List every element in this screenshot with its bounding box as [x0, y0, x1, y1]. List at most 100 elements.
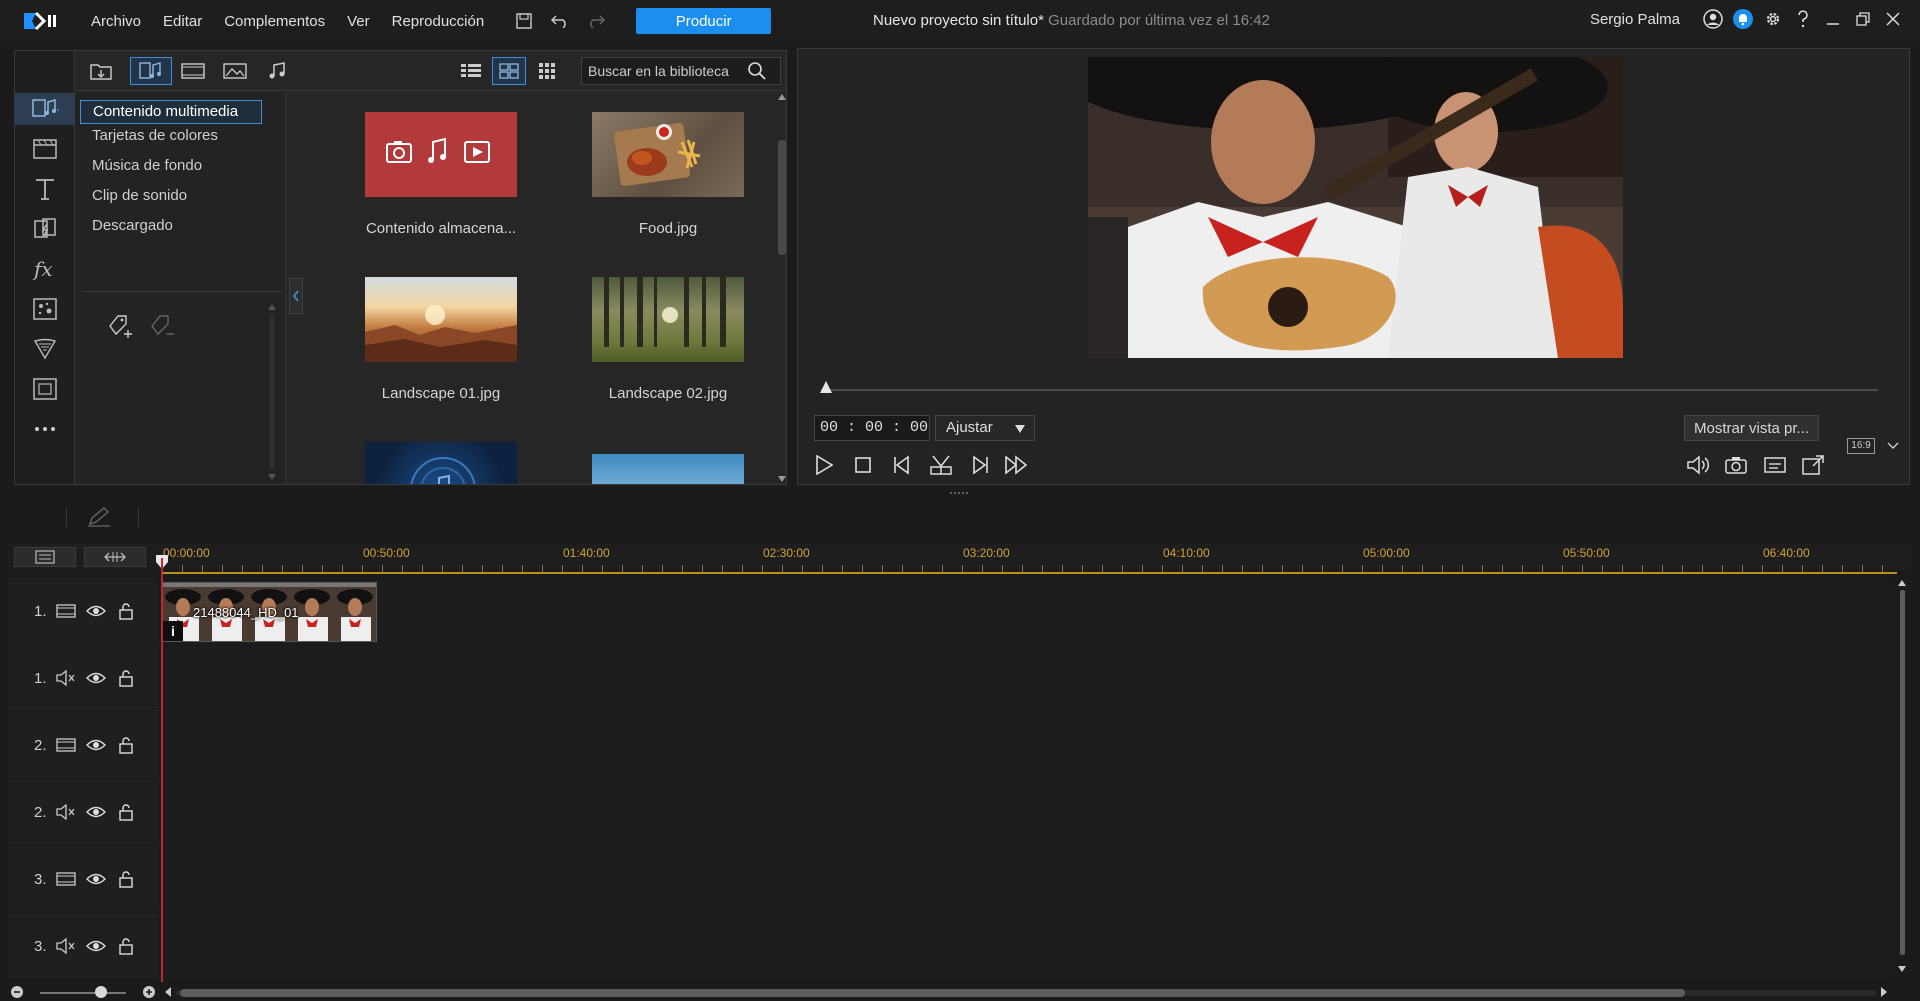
tree-item-media-content[interactable]: Contenido multimedia [80, 100, 262, 124]
menu-reproduccion[interactable]: Reproducción [381, 13, 496, 30]
track-body[interactable] [160, 913, 1893, 979]
transition-effect-icon[interactable] [29, 213, 61, 245]
aspect-ratio-chevron-icon[interactable] [1887, 442, 1899, 450]
track-body[interactable] [160, 712, 1893, 778]
visibility-eye-icon[interactable] [84, 735, 108, 755]
stop-icon[interactable] [849, 451, 877, 479]
snapshot-camera-icon[interactable] [1722, 451, 1750, 479]
aspect-ratio-badge[interactable]: 16:9 [1847, 438, 1875, 454]
title-room-icon[interactable] [29, 173, 61, 205]
grid-view-icon[interactable] [492, 57, 526, 85]
volume-icon[interactable] [1684, 451, 1712, 479]
pip-object-icon[interactable] [29, 333, 61, 365]
zoom-slider-track[interactable] [40, 992, 126, 994]
clip-info-icon[interactable]: i [163, 621, 183, 641]
tree-item-background-music[interactable]: Música de fondo [80, 155, 262, 179]
close-icon[interactable] [1882, 8, 1904, 30]
track-body[interactable] [160, 578, 1893, 644]
transition-room-icon[interactable] [29, 133, 61, 165]
preview-progress-handle[interactable] [819, 380, 833, 394]
zoom-out-icon[interactable] [10, 985, 24, 999]
lock-icon[interactable] [114, 735, 138, 755]
username[interactable]: Sergio Palma [1590, 11, 1680, 28]
next-frame-icon[interactable] [966, 451, 994, 479]
menu-editar[interactable]: Editar [152, 13, 213, 30]
zoom-slider-knob[interactable] [95, 986, 107, 998]
settings-gear-icon[interactable] [1762, 8, 1784, 30]
tree-item-sound-clip[interactable]: Clip de sonido [80, 185, 262, 209]
zoom-in-icon[interactable] [142, 985, 156, 999]
list-view-icon[interactable] [454, 57, 488, 85]
undock-preview-icon[interactable] [1799, 451, 1827, 479]
track-body[interactable] [160, 645, 1893, 711]
subtitles-icon[interactable] [1761, 451, 1789, 479]
media-item-audio[interactable] [365, 442, 517, 484]
timeline-vscrollbar[interactable] [1896, 578, 1908, 978]
subtitle-room-icon[interactable] [29, 373, 61, 405]
media-room-button[interactable] [15, 93, 75, 125]
timecode-display[interactable]: 00 : 00 : 00 : 00 [814, 415, 973, 441]
tree-item-downloaded[interactable]: Descargado [80, 215, 262, 239]
fit-select[interactable]: Ajustar [935, 415, 1035, 441]
lock-icon[interactable] [114, 936, 138, 956]
redo-icon[interactable] [585, 10, 607, 32]
search-icon[interactable] [747, 61, 767, 81]
fx-icon[interactable]: fx [29, 253, 61, 285]
media-item-sky[interactable] [592, 454, 744, 484]
menu-ver[interactable]: Ver [336, 13, 381, 30]
media-item-landscape-01[interactable]: Landscape 01.jpg [365, 277, 517, 402]
filter-all-media-button[interactable] [130, 57, 172, 85]
filter-audio-icon[interactable] [256, 57, 298, 85]
fit-timeline-button[interactable] [84, 547, 146, 567]
media-item-food[interactable]: Food.jpg [592, 112, 744, 237]
media-item-landscape-02[interactable]: Landscape 02.jpg [592, 277, 744, 402]
timeline-ruler[interactable]: 00:00:00 00:50:00 01:40:00 02:30:00 03:2… [162, 544, 1897, 576]
help-icon[interactable] [1792, 8, 1814, 30]
import-media-icon[interactable] [80, 57, 122, 85]
panel-splitter[interactable] [949, 491, 971, 495]
lock-icon[interactable] [114, 802, 138, 822]
tree-item-color-boards[interactable]: Tarjetas de colores [80, 125, 262, 149]
particle-room-icon[interactable] [29, 293, 61, 325]
media-scrollbar[interactable] [777, 92, 787, 484]
previous-frame-icon[interactable] [888, 451, 916, 479]
track-manager-button[interactable] [14, 547, 76, 567]
library-search-input[interactable] [582, 63, 747, 79]
visibility-eye-icon[interactable] [84, 668, 108, 688]
menu-archivo[interactable]: Archivo [80, 13, 152, 30]
lock-icon[interactable] [114, 869, 138, 889]
preview-progress-track[interactable] [823, 389, 1878, 391]
small-grid-view-icon[interactable] [530, 57, 564, 85]
visibility-eye-icon[interactable] [84, 601, 108, 621]
filter-image-icon[interactable] [214, 57, 256, 85]
timeline-hscroll-thumb[interactable] [180, 989, 1685, 997]
add-tag-icon[interactable] [106, 312, 136, 340]
scroll-right-arrow-icon[interactable] [1880, 986, 1888, 998]
split-clip-icon[interactable] [927, 451, 955, 479]
lock-icon[interactable] [114, 601, 138, 621]
remove-tag-icon[interactable] [148, 312, 178, 340]
notification-icon[interactable] [1732, 8, 1754, 30]
visibility-eye-icon[interactable] [84, 802, 108, 822]
more-rooms-icon[interactable] [29, 413, 61, 445]
media-item-content-store[interactable]: Contenido almacena... [365, 112, 517, 237]
timeline-video-clip[interactable]: 21488044_HD_01 i [162, 582, 377, 642]
lock-icon[interactable] [114, 668, 138, 688]
scroll-left-arrow-icon[interactable] [164, 986, 172, 998]
menu-complementos[interactable]: Complementos [213, 13, 336, 30]
media-scrollbar-thumb[interactable] [778, 140, 786, 255]
visibility-eye-icon[interactable] [84, 869, 108, 889]
minimize-icon[interactable] [1822, 8, 1844, 30]
track-body[interactable] [160, 779, 1893, 845]
collapse-tree-button[interactable] [289, 278, 303, 314]
tree-scrollbar[interactable] [267, 302, 277, 482]
undo-icon[interactable] [549, 10, 571, 32]
track-body[interactable] [160, 846, 1893, 912]
visibility-eye-icon[interactable] [84, 936, 108, 956]
restore-icon[interactable] [1852, 8, 1874, 30]
filter-video-icon[interactable] [172, 57, 214, 85]
save-icon[interactable] [513, 10, 535, 32]
produce-button[interactable]: Producir [636, 8, 772, 34]
play-icon[interactable] [810, 451, 838, 479]
fast-forward-icon[interactable] [1003, 451, 1031, 479]
